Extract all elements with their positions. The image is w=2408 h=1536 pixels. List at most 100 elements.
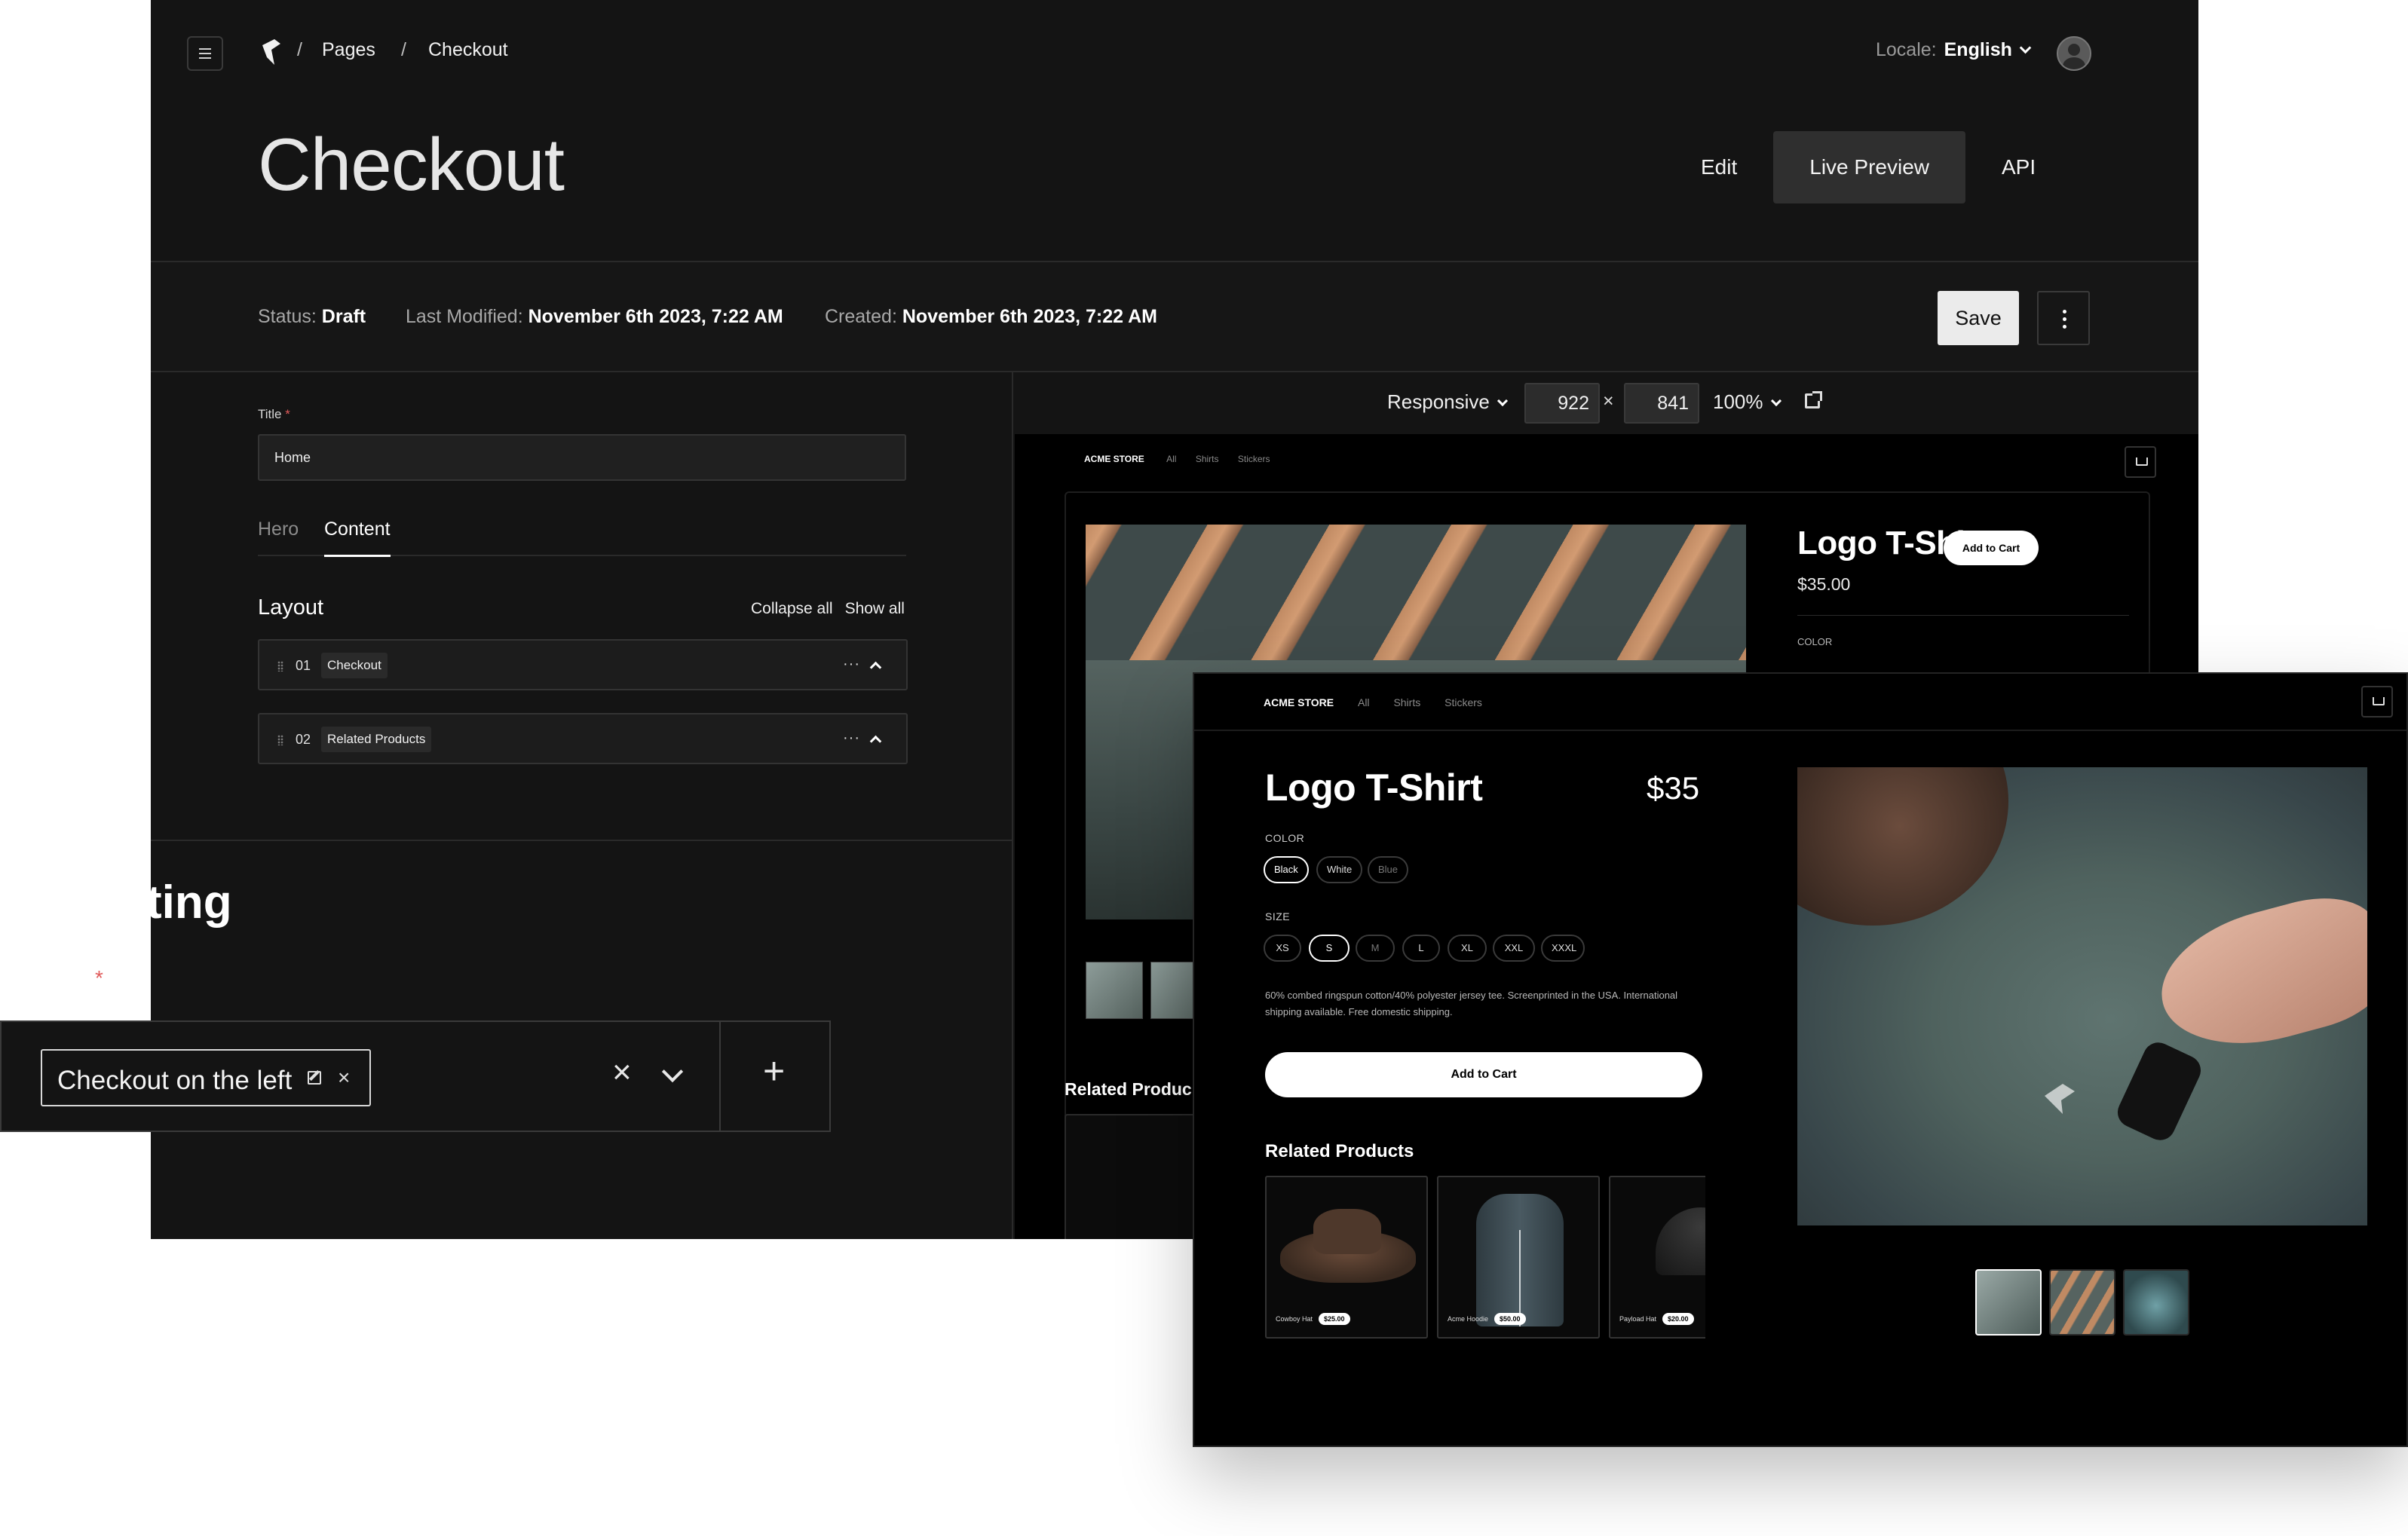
color-option-white[interactable]: White: [1316, 856, 1363, 883]
save-button[interactable]: Save: [1938, 291, 2019, 345]
chevron-down-icon[interactable]: [661, 1060, 684, 1083]
drag-handle-icon[interactable]: [277, 735, 283, 745]
avatar[interactable]: [2057, 36, 2091, 71]
related-product-card[interactable]: Acme Hoodie $50.00: [1437, 1176, 1600, 1339]
cart-icon[interactable]: [2361, 686, 2393, 718]
logo-icon: [2045, 1084, 2075, 1114]
kebab-icon-dot: [2063, 325, 2066, 329]
more-options-button[interactable]: [2037, 291, 2090, 345]
preview-height-input[interactable]: 841: [1624, 383, 1699, 424]
related-products-heading: Related Products: [1265, 1141, 1414, 1161]
product-name: Acme Hoodie: [1448, 1315, 1489, 1323]
product-image: [1656, 1207, 1705, 1275]
store-name[interactable]: ACME STORE: [1264, 696, 1334, 708]
kebab-icon: [2063, 310, 2066, 314]
edit-icon[interactable]: [308, 1071, 321, 1085]
related-product-card[interactable]: Payload Hat $20.00: [1609, 1176, 1705, 1339]
product-image: [1797, 767, 2008, 926]
external-link-icon[interactable]: [1805, 391, 1822, 408]
storefront-window: ACME STORE All Shirts Stickers Logo T-Sh…: [1193, 672, 2408, 1447]
collapse-all-button[interactable]: Collapse all: [751, 600, 833, 617]
tab-content[interactable]: Content: [324, 519, 391, 557]
nav-link-stickers[interactable]: Stickers: [1444, 696, 1482, 708]
breadcrumb-pages-link[interactable]: Pages: [322, 39, 375, 61]
menu-button[interactable]: [187, 36, 223, 71]
breakpoint-select[interactable]: Responsive: [1387, 390, 1508, 414]
chevron-up-icon[interactable]: [869, 661, 882, 674]
chevron-down-icon: [1770, 395, 1781, 407]
related-product-card[interactable]: Cowboy Hat $25.00: [1265, 1176, 1428, 1339]
preview-width-input[interactable]: 922: [1524, 383, 1600, 424]
preview-product-price: $35.00: [1797, 574, 1851, 594]
color-option-black[interactable]: Black: [1264, 856, 1309, 883]
size-option-l[interactable]: L: [1402, 935, 1440, 962]
remove-chip-icon[interactable]: ×: [338, 1066, 350, 1090]
preview-color-label: COLOR: [1797, 636, 1833, 647]
zoom-value: 100%: [1713, 390, 1763, 413]
zoom-select[interactable]: 100%: [1713, 390, 1781, 414]
clear-icon[interactable]: ×: [612, 1054, 632, 1091]
chevron-up-icon[interactable]: [869, 735, 882, 748]
price-badge: $20.00: [1662, 1313, 1694, 1325]
product-thumbnail[interactable]: [1975, 1269, 2042, 1336]
block-more-icon[interactable]: ···: [843, 656, 860, 673]
locale-selector[interactable]: Locale: English: [1876, 39, 2032, 61]
color-option-blue[interactable]: Blue: [1368, 856, 1409, 883]
nav-link-all[interactable]: All: [1358, 696, 1370, 708]
block-more-icon[interactable]: ···: [843, 730, 860, 747]
nav-link-stickers[interactable]: Stickers: [1238, 454, 1270, 464]
preview-related-heading: Related Produc: [1065, 1079, 1192, 1099]
preview-add-to-cart-button[interactable]: Add to Cart: [1944, 531, 2039, 565]
product-image: [2146, 883, 2367, 1066]
product-thumbnail[interactable]: [2049, 1269, 2115, 1336]
layout-block-row[interactable]: 01 Checkout ···: [258, 639, 908, 690]
selected-value-chip[interactable]: Checkout on the left ×: [41, 1049, 371, 1106]
add-to-cart-button[interactable]: Add to Cart: [1265, 1052, 1702, 1097]
product-name: Payload Hat: [1619, 1315, 1657, 1323]
product-thumbnail[interactable]: [1086, 962, 1143, 1019]
nav-link-shirts[interactable]: Shirts: [1196, 454, 1219, 464]
tab-live-preview[interactable]: Live Preview: [1773, 131, 1965, 203]
show-all-button[interactable]: Show all: [845, 600, 905, 617]
cart-icon[interactable]: [2125, 446, 2156, 478]
product-title: Logo T-Shirt: [1265, 766, 1483, 809]
drag-handle-icon[interactable]: [277, 661, 283, 672]
tab-api[interactable]: API: [1965, 131, 2072, 203]
chip-label: Checkout on the left: [57, 1066, 293, 1095]
product-description: 60% combed ringspun cotton/40% polyester…: [1265, 990, 1678, 1017]
size-option-xl[interactable]: XL: [1448, 935, 1487, 962]
title-input[interactable]: Home: [258, 434, 906, 481]
tab-hero[interactable]: Hero: [258, 519, 299, 540]
product-hero-image: [1797, 767, 2367, 1225]
last-modified-label: Last Modified:: [406, 306, 523, 327]
nav-link-shirts[interactable]: Shirts: [1393, 696, 1420, 708]
breadcrumb-separator: /: [297, 39, 302, 60]
divider: [151, 840, 1013, 841]
product-thumbnails: [1086, 962, 1208, 1019]
preview-toolbar: Responsive 922 × 841 100%: [1015, 372, 2198, 434]
logo-icon[interactable]: [256, 38, 286, 68]
last-modified-meta: Last Modified: November 6th 2023, 7:22 A…: [406, 306, 783, 328]
size-option-xxxl[interactable]: XXXL: [1541, 935, 1585, 962]
chevron-down-icon: [2019, 41, 2032, 54]
related-products-list: Cowboy Hat $25.00 Acme Hoodie $50.00 Paylo…: [1265, 1176, 1705, 1339]
size-option-xxl[interactable]: XXL: [1493, 935, 1535, 962]
relationship-field[interactable]: Checkout on the left × × +: [0, 1020, 831, 1132]
add-icon[interactable]: +: [763, 1049, 785, 1093]
nav-link-all[interactable]: All: [1166, 454, 1176, 464]
product-tag: Payload Hat $20.00: [1619, 1313, 1694, 1325]
price-badge: $50.00: [1494, 1313, 1526, 1325]
store-name[interactable]: ACME STORE: [1084, 454, 1144, 464]
breadcrumb-current: Checkout: [428, 39, 508, 60]
size-option-xs[interactable]: XS: [1264, 935, 1301, 962]
layout-block-row[interactable]: 02 Related Products ···: [258, 713, 908, 764]
tab-edit[interactable]: Edit: [1665, 131, 1773, 203]
product-thumbnail[interactable]: [2123, 1269, 2189, 1336]
size-option-s[interactable]: S: [1309, 935, 1350, 962]
divider: [1194, 730, 2406, 731]
block-number: 01: [296, 658, 311, 673]
size-option-m[interactable]: M: [1356, 935, 1395, 962]
breadcrumb-separator: /: [401, 39, 406, 60]
block-name: Related Products: [321, 727, 432, 752]
price-badge: $25.00: [1319, 1313, 1350, 1325]
